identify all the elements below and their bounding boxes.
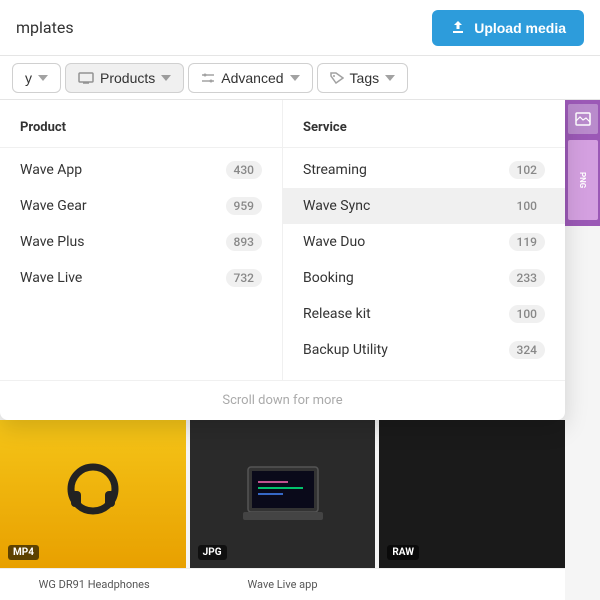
thumb-item-1[interactable] — [568, 104, 598, 134]
png-badge: PNG — [578, 172, 587, 188]
main-content: 09:44 old Cc ity Inte MP4 — [0, 100, 600, 600]
products-chevron-icon — [161, 75, 171, 81]
product-name-wave-app: Wave App — [20, 162, 82, 178]
service-name-wave-sync: Wave Sync — [303, 198, 370, 214]
service-name-streaming: Streaming — [303, 162, 367, 178]
card-label-1: WG DR91 Headphones — [0, 568, 188, 600]
service-count-wave-duo: 119 — [509, 233, 545, 251]
service-col-header: Service — [283, 112, 565, 148]
service-item-backup-utility[interactable]: Backup Utility 324 — [283, 332, 565, 368]
product-item-wave-gear[interactable]: Wave Gear 959 — [0, 188, 282, 224]
filter-label: y — [25, 70, 32, 86]
service-item-wave-duo[interactable]: Wave Duo 119 — [283, 224, 565, 260]
product-col-header: Product — [0, 112, 282, 148]
header: mplates Upload media — [0, 0, 600, 56]
chevron-down-icon — [38, 75, 48, 81]
service-count-streaming: 102 — [509, 161, 545, 179]
service-column: Service Streaming 102 Wave Sync 100 Wave… — [282, 100, 565, 380]
tags-label: Tags — [350, 70, 380, 86]
service-name-backup-utility: Backup Utility — [303, 342, 388, 358]
bottom-cards-area: MP4 JPG RAW — [0, 420, 565, 568]
tags-chevron-icon — [385, 75, 395, 81]
card-labels: WG DR91 Headphones Wave Live app — [0, 568, 565, 600]
advanced-button[interactable]: Advanced — [188, 63, 312, 93]
service-item-wave-sync[interactable]: Wave Sync 100 — [283, 188, 565, 224]
thumb-preview-purple: PNG — [568, 140, 598, 220]
advanced-chevron-icon — [290, 75, 300, 81]
product-count-wave-plus: 893 — [226, 233, 262, 251]
service-count-release-kit: 100 — [509, 305, 545, 323]
monitor-icon — [78, 72, 94, 84]
product-item-wave-live[interactable]: Wave Live 732 — [0, 260, 282, 296]
card-headphones: MP4 — [0, 420, 186, 568]
page-title: mplates — [16, 18, 74, 37]
laptop-image — [238, 462, 328, 527]
card-raw: RAW — [379, 420, 565, 568]
service-name-release-kit: Release kit — [303, 306, 371, 322]
product-item-wave-plus[interactable]: Wave Plus 893 — [0, 224, 282, 260]
image-icon — [575, 112, 591, 126]
service-item-booking[interactable]: Booking 233 — [283, 260, 565, 296]
service-item-release-kit[interactable]: Release kit 100 — [283, 296, 565, 332]
products-dropdown: Product Wave App 430 Wave Gear 959 Wave … — [0, 100, 565, 420]
product-count-wave-live: 732 — [226, 269, 262, 287]
right-thumbnail-panel: PNG — [565, 100, 600, 226]
upload-media-button[interactable]: Upload media — [432, 10, 584, 46]
product-count-wave-gear: 959 — [226, 197, 262, 215]
card-badge-1: MP4 — [8, 545, 39, 560]
dropdown-columns: Product Wave App 430 Wave Gear 959 Wave … — [0, 100, 565, 380]
product-name-wave-plus: Wave Plus — [20, 234, 84, 250]
service-item-streaming[interactable]: Streaming 102 — [283, 152, 565, 188]
product-item-wave-app[interactable]: Wave App 430 — [0, 152, 282, 188]
tags-button[interactable]: Tags — [317, 63, 409, 93]
product-name-wave-live: Wave Live — [20, 270, 82, 286]
service-count-wave-sync: 100 — [509, 197, 545, 215]
service-count-booking: 233 — [509, 269, 545, 287]
service-count-backup-utility: 324 — [509, 341, 545, 359]
card-badge-3: RAW — [387, 545, 419, 560]
card-label-3 — [377, 568, 565, 600]
headphones-image — [58, 459, 128, 529]
service-name-booking: Booking — [303, 270, 354, 286]
tag-icon — [330, 72, 344, 84]
card-label-2: Wave Live app — [188, 568, 376, 600]
products-label: Products — [100, 70, 155, 86]
card-badge-2: JPG — [198, 545, 227, 560]
sliders-icon — [201, 72, 215, 84]
card-laptop: JPG — [190, 420, 376, 568]
scroll-hint: Scroll down for more — [0, 380, 565, 420]
advanced-label: Advanced — [221, 70, 283, 86]
filter-button[interactable]: y — [12, 63, 61, 93]
upload-icon — [450, 20, 466, 36]
product-column: Product Wave App 430 Wave Gear 959 Wave … — [0, 100, 282, 380]
product-name-wave-gear: Wave Gear — [20, 198, 87, 214]
toolbar: y Products Advanced Tags — [0, 56, 600, 100]
service-name-wave-duo: Wave Duo — [303, 234, 365, 250]
product-count-wave-app: 430 — [226, 161, 262, 179]
products-button[interactable]: Products — [65, 63, 184, 93]
